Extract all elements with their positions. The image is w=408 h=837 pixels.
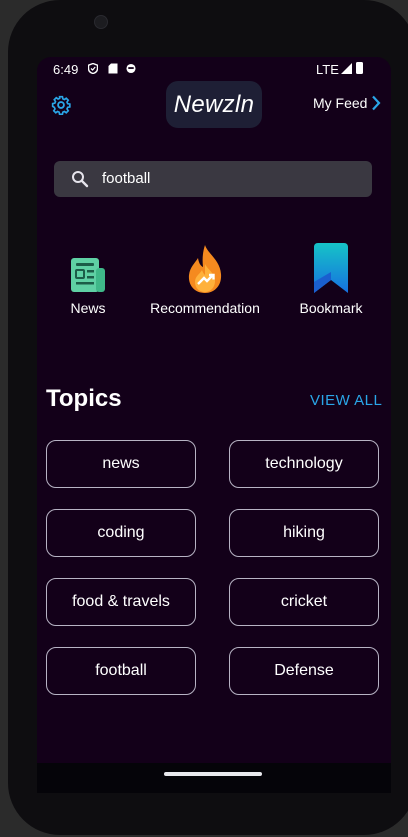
search-bar[interactable]: football — [54, 161, 372, 197]
topic-chip-football[interactable]: football — [46, 647, 196, 695]
bookmark-action[interactable]: Bookmark — [291, 240, 371, 316]
topic-chip-defense[interactable]: Defense — [229, 647, 379, 695]
topic-chip-hiking[interactable]: hiking — [229, 509, 379, 557]
search-input[interactable]: football — [102, 170, 150, 187]
recommendation-action[interactable]: Recommendation — [145, 240, 265, 316]
app-logo: Newzln — [166, 81, 262, 128]
status-bar: 6:49 LTE — [37, 57, 391, 83]
my-feed-label: My Feed — [313, 95, 368, 111]
topic-chip-food-travels[interactable]: food & travels — [46, 578, 196, 626]
chevron-right-icon — [372, 95, 381, 111]
bookmark-icon — [314, 243, 348, 293]
topic-chip-cricket[interactable]: cricket — [229, 578, 379, 626]
network-type: LTE — [316, 62, 339, 77]
home-gesture-bar[interactable] — [164, 772, 262, 776]
shield-status-icon — [88, 63, 98, 74]
signal-icon — [341, 63, 352, 74]
navigation-bar — [37, 763, 391, 793]
newspaper-icon — [71, 258, 105, 292]
search-icon — [72, 171, 89, 188]
news-action[interactable]: News — [57, 240, 119, 316]
face-status-icon — [126, 63, 136, 74]
sd-card-status-icon — [108, 63, 118, 74]
battery-icon — [356, 62, 363, 74]
topic-chip-news[interactable]: news — [46, 440, 196, 488]
topics-heading: Topics — [46, 385, 122, 412]
topic-chip-coding[interactable]: coding — [46, 509, 196, 557]
news-action-label: News — [70, 300, 106, 316]
recommendation-action-label: Recommendation — [150, 300, 260, 316]
phone-frame: 6:49 LTE Newzln My Feed football News Re… — [8, 0, 408, 835]
my-feed-link[interactable]: My Feed — [313, 95, 381, 111]
fire-trending-icon — [188, 245, 222, 293]
app-screen: 6:49 LTE Newzln My Feed football News Re… — [37, 57, 391, 763]
status-time: 6:49 — [53, 62, 79, 77]
settings-gear-icon[interactable] — [51, 95, 71, 115]
topic-chip-technology[interactable]: technology — [229, 440, 379, 488]
front-camera — [94, 15, 108, 29]
bookmark-action-label: Bookmark — [299, 300, 363, 316]
app-header: Newzln My Feed — [37, 81, 391, 137]
view-all-button[interactable]: VIEW ALL — [310, 392, 382, 409]
